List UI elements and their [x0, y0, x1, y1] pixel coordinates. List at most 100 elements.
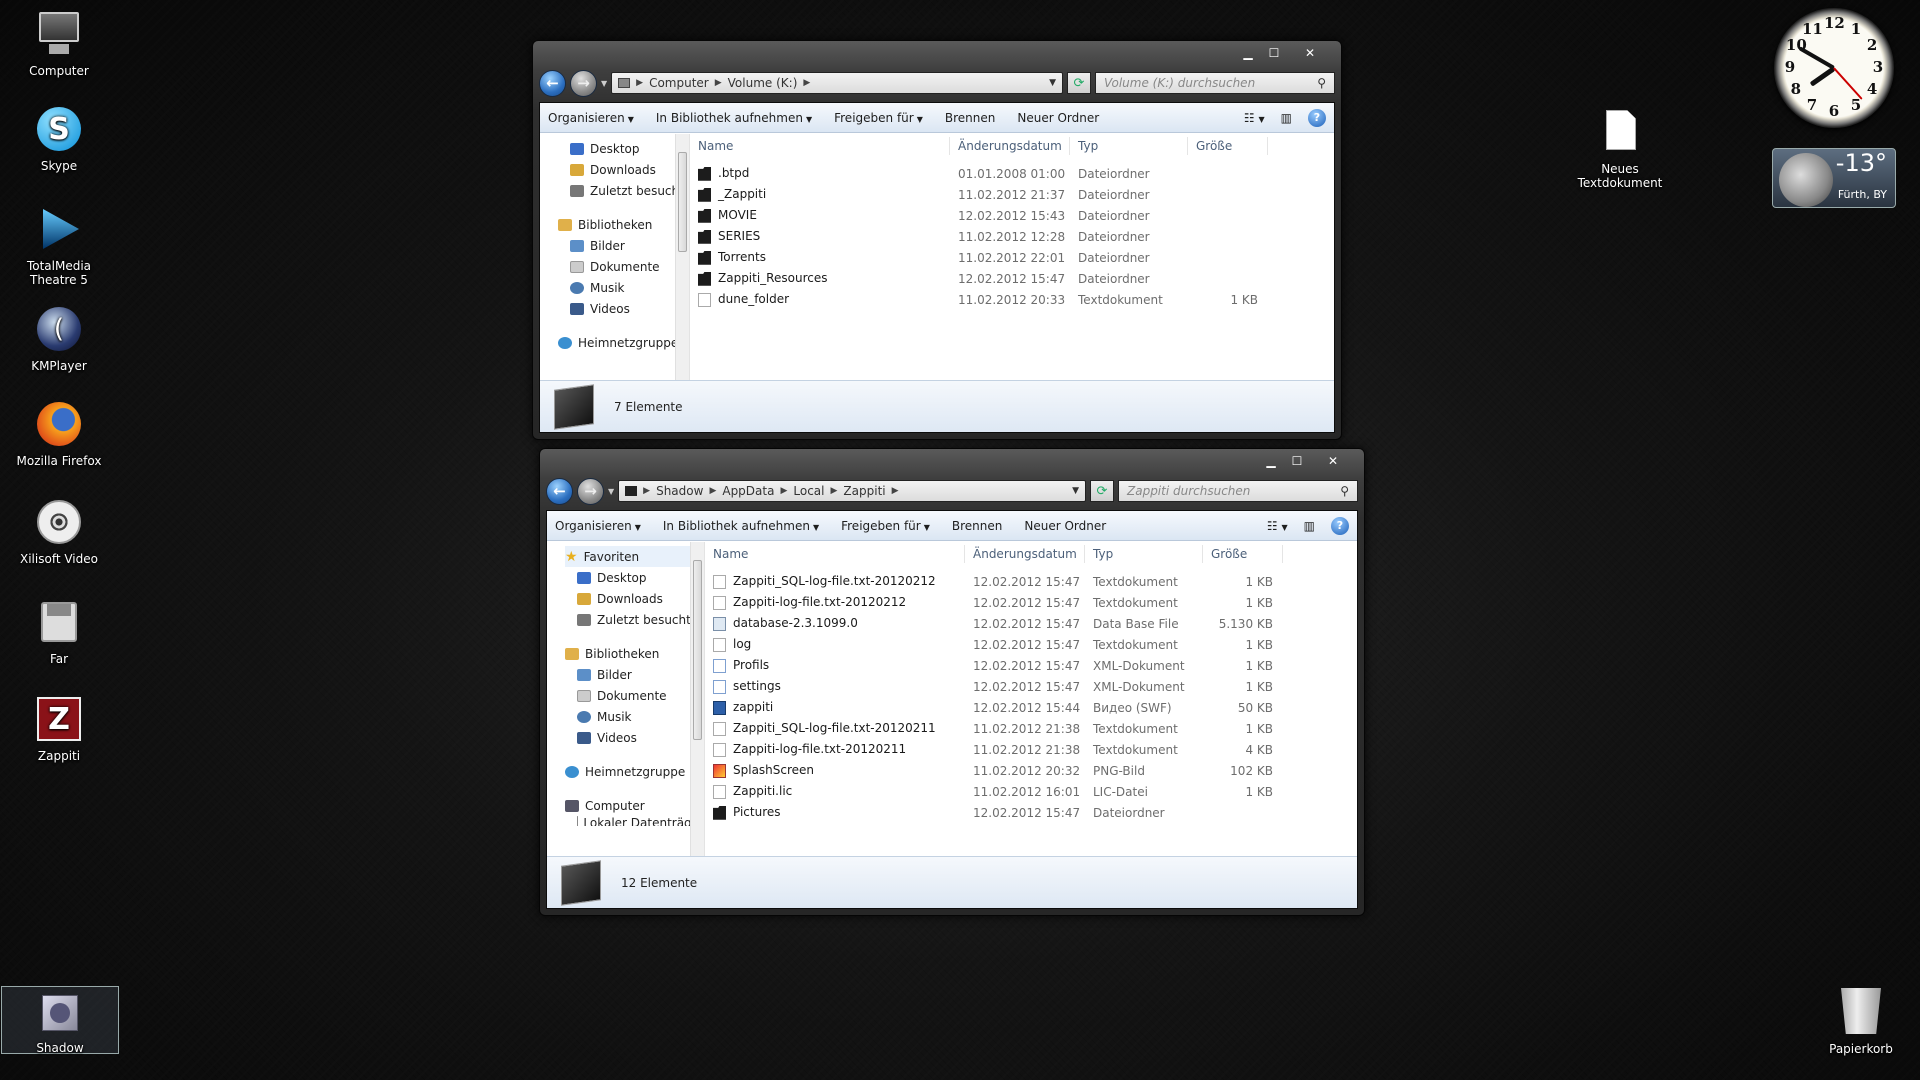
back-button[interactable]: ←: [546, 477, 573, 505]
column-type[interactable]: Typ: [1070, 137, 1188, 155]
file-row[interactable]: Zappiti-log-file.txt-20120212 12.02.2012 …: [705, 592, 1357, 613]
address-dropdown-icon[interactable]: ▼: [1049, 78, 1056, 88]
file-row[interactable]: settings 12.02.2012 15:47 XML-Dokument 1 KB: [705, 676, 1357, 697]
file-row[interactable]: Pictures 12.02.2012 15:47 Dateiordner: [705, 802, 1357, 823]
desktop-icon-kmplayer[interactable]: ( KMPlayer: [4, 305, 114, 373]
nav-item-favorites[interactable]: ★ Favoriten: [565, 546, 704, 567]
file-row[interactable]: Zappiti_Resources 12.02.2012 15:47 Dateior…: [690, 268, 1334, 289]
file-row[interactable]: Torrents 11.02.2012 22:01 Dateiordner: [690, 247, 1334, 268]
desktop-icon-computer[interactable]: Computer: [4, 10, 114, 78]
search-input[interactable]: Volume (K:) durchsuchen ⚲: [1095, 72, 1335, 94]
add-to-library-menu[interactable]: In Bibliothek aufnehmen ▼: [663, 519, 819, 533]
nav-item-downloads[interactable]: Downloads: [577, 588, 704, 609]
nav-item-videos[interactable]: Videos: [570, 298, 689, 319]
nav-item-pictures[interactable]: Bilder: [577, 664, 704, 685]
nav-item-recent[interactable]: Zuletzt besucht: [570, 180, 689, 201]
share-menu[interactable]: Freigeben für ▼: [841, 519, 930, 533]
forward-button[interactable]: →: [577, 477, 604, 505]
weather-gadget[interactable]: -13° Fürth, BY: [1772, 148, 1896, 208]
nav-item-downloads[interactable]: Downloads: [570, 159, 689, 180]
file-row[interactable]: SERIES 11.02.2012 12:28 Dateiordner: [690, 226, 1334, 247]
column-name[interactable]: Name: [705, 545, 965, 563]
nav-item-desktop[interactable]: Desktop: [577, 567, 704, 588]
column-size[interactable]: Größe: [1188, 137, 1268, 155]
file-row[interactable]: Zappiti-log-file.txt-20120211 11.02.2012 …: [705, 739, 1357, 760]
new-folder-button[interactable]: Neuer Ordner: [1024, 519, 1106, 533]
view-options-icon[interactable]: ☷ ▼: [1267, 519, 1288, 533]
desktop-icon-recycle-bin[interactable]: Papierkorb: [1806, 988, 1916, 1056]
minimize-button[interactable]: ▁: [1258, 451, 1284, 470]
breadcrumb-appdata[interactable]: AppData: [722, 484, 774, 498]
forward-button[interactable]: →: [570, 69, 597, 97]
address-dropdown-icon[interactable]: ▼: [1072, 486, 1079, 496]
file-row[interactable]: Profils 12.02.2012 15:47 XML-Dokument 1 KB: [705, 655, 1357, 676]
organize-menu[interactable]: Organisieren ▼: [555, 519, 641, 533]
help-icon[interactable]: ?: [1308, 108, 1326, 127]
breadcrumb-shadow[interactable]: Shadow: [656, 484, 703, 498]
column-type[interactable]: Typ: [1085, 545, 1203, 563]
explorer-window-volume-k[interactable]: ▁ ☐ ✕ ← → ▼ ▶ Computer ▶ Volume (K:) ▶ ▼…: [532, 40, 1342, 440]
nav-item-libraries[interactable]: Bibliotheken: [558, 214, 689, 235]
nav-item-homegroup[interactable]: Heimnetzgruppe: [558, 332, 689, 353]
nav-item-local-disk[interactable]: Lokaler Datenträger: [577, 816, 704, 826]
maximize-button[interactable]: ☐: [1261, 43, 1287, 62]
column-size[interactable]: Größe: [1203, 545, 1283, 563]
nav-item-homegroup[interactable]: Heimnetzgruppe: [565, 761, 704, 782]
burn-button[interactable]: Brennen: [952, 519, 1002, 533]
add-to-library-menu[interactable]: In Bibliothek aufnehmen ▼: [656, 111, 812, 125]
close-button[interactable]: ✕: [1310, 451, 1356, 470]
address-bar[interactable]: ▶ Shadow ▶ AppData ▶ Local ▶ Zappiti ▶ ▼: [618, 480, 1086, 502]
nav-item-documents[interactable]: Dokumente: [577, 685, 704, 706]
burn-button[interactable]: Brennen: [945, 111, 995, 125]
column-date[interactable]: Änderungsdatum: [965, 545, 1085, 563]
file-row[interactable]: Zappiti_SQL-log-file.txt-20120211 11.02.2…: [705, 718, 1357, 739]
file-row[interactable]: zappiti 12.02.2012 15:44 Видео (SWF) 50 KB: [705, 697, 1357, 718]
nav-item-music[interactable]: Musik: [570, 277, 689, 298]
search-input[interactable]: Zappiti durchsuchen ⚲: [1118, 480, 1358, 502]
help-icon[interactable]: ?: [1331, 516, 1349, 535]
desktop-icon-far[interactable]: Far: [4, 598, 114, 666]
column-name[interactable]: Name: [690, 137, 950, 155]
nav-item-computer[interactable]: Computer: [565, 795, 704, 816]
nav-scrollbar[interactable]: [690, 542, 704, 856]
maximize-button[interactable]: ☐: [1284, 451, 1310, 470]
nav-item-desktop[interactable]: Desktop: [570, 138, 689, 159]
file-row[interactable]: SplashScreen 11.02.2012 20:32 PNG-Bild 102 …: [705, 760, 1357, 781]
nav-item-recent[interactable]: Zuletzt besucht: [577, 609, 704, 630]
desktop-icon-firefox[interactable]: Mozilla Firefox: [4, 400, 114, 468]
breadcrumb-computer[interactable]: Computer: [649, 76, 709, 90]
history-dropdown-icon[interactable]: ▼: [601, 79, 607, 88]
file-row[interactable]: .btpd 01.01.2008 01:00 Dateiordner: [690, 163, 1334, 184]
preview-pane-icon[interactable]: ▥: [1304, 519, 1315, 533]
close-button[interactable]: ✕: [1287, 43, 1333, 62]
preview-pane-icon[interactable]: ▥: [1281, 111, 1292, 125]
desktop-icon-totalmedia[interactable]: TotalMedia Theatre 5: [4, 205, 114, 287]
nav-item-libraries[interactable]: Bibliotheken: [565, 643, 704, 664]
new-folder-button[interactable]: Neuer Ordner: [1017, 111, 1099, 125]
nav-item-pictures[interactable]: Bilder: [570, 235, 689, 256]
file-row[interactable]: dune_folder 11.02.2012 20:33 Textdokument 1…: [690, 289, 1334, 310]
file-row[interactable]: MOVIE 12.02.2012 15:43 Dateiordner: [690, 205, 1334, 226]
file-row[interactable]: Zappiti_SQL-log-file.txt-20120212 12.02.2…: [705, 571, 1357, 592]
organize-menu[interactable]: Organisieren ▼: [548, 111, 634, 125]
minimize-button[interactable]: ▁: [1235, 43, 1261, 62]
desktop-icon-xilisoft[interactable]: Xilisoft Video: [4, 498, 114, 566]
file-row[interactable]: log 12.02.2012 15:47 Textdokument 1 KB: [705, 634, 1357, 655]
file-row[interactable]: Zappiti.lic 11.02.2012 16:01 LIC-Datei 1 KB: [705, 781, 1357, 802]
desktop-icon-shadow[interactable]: Shadow: [1, 986, 119, 1055]
breadcrumb-local[interactable]: Local: [793, 484, 824, 498]
file-row[interactable]: database-2.3.1099.0 12.02.2012 15:47 Data …: [705, 613, 1357, 634]
view-options-icon[interactable]: ☷ ▼: [1244, 111, 1265, 125]
file-row[interactable]: _Zappiti 11.02.2012 21:37 Dateiordner: [690, 184, 1334, 205]
explorer-window-zappiti[interactable]: ▁ ☐ ✕ ← → ▼ ▶ Shadow ▶ AppData ▶ Local ▶…: [539, 448, 1365, 916]
share-menu[interactable]: Freigeben für ▼: [834, 111, 923, 125]
column-date[interactable]: Änderungsdatum: [950, 137, 1070, 155]
breadcrumb-volume[interactable]: Volume (K:): [728, 76, 798, 90]
breadcrumb-zappiti[interactable]: Zappiti: [843, 484, 885, 498]
desktop-icon-new-text-document[interactable]: Neues Textdokument: [1560, 108, 1680, 190]
address-bar[interactable]: ▶ Computer ▶ Volume (K:) ▶ ▼: [611, 72, 1063, 94]
nav-item-videos[interactable]: Videos: [577, 727, 704, 748]
clock-gadget[interactable]: 12 1 2 3 4 5 6 7 8 9 10 11: [1774, 8, 1894, 128]
history-dropdown-icon[interactable]: ▼: [608, 487, 614, 496]
desktop-icon-zappiti[interactable]: Z Zappiti: [4, 695, 114, 763]
